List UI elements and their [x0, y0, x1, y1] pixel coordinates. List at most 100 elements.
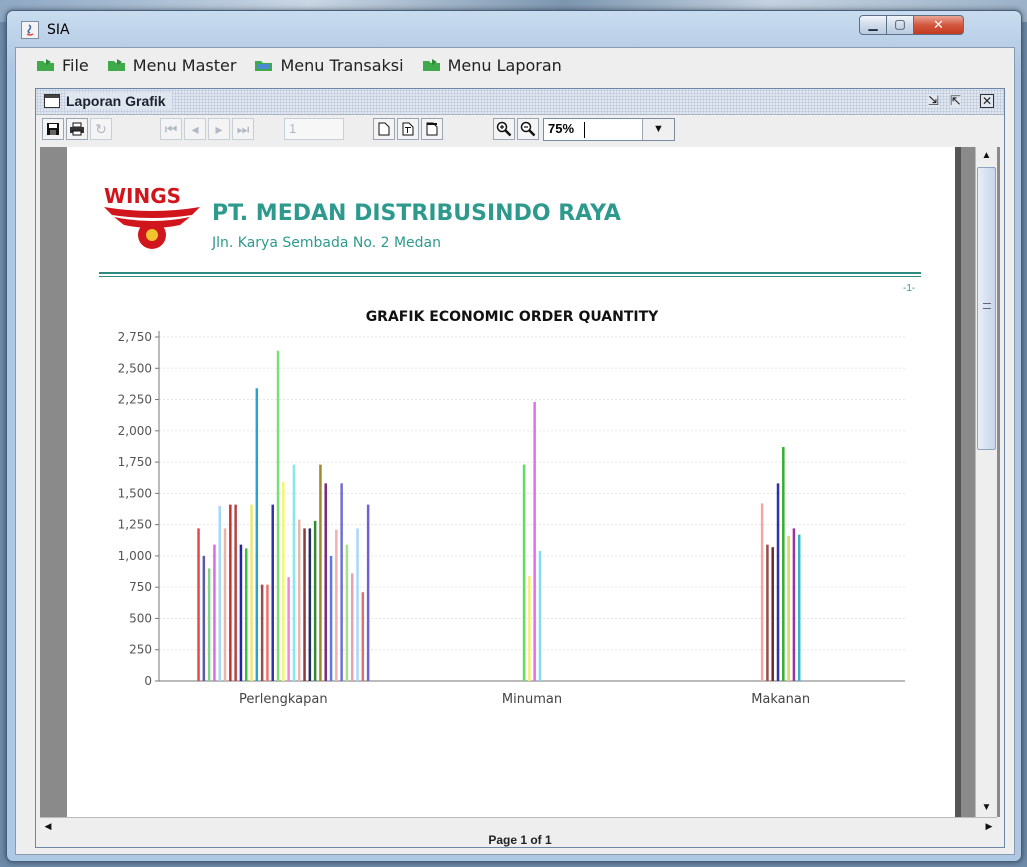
horizontal-scrollbar[interactable]: ◀ ▶ — [40, 817, 997, 833]
vertical-scroll-thumb[interactable] — [977, 167, 996, 450]
chart-bar — [223, 528, 227, 681]
chart-bar — [340, 483, 343, 681]
scroll-right-icon[interactable]: ▶ — [981, 818, 997, 834]
actual-size-icon[interactable] — [373, 118, 395, 140]
frame-title-bar[interactable]: Laporan Grafik ⇲ ⇱ ✕ — [36, 89, 1004, 115]
frame-window-icon — [44, 94, 60, 108]
chart-bar — [366, 504, 370, 681]
folder-icon — [255, 61, 273, 71]
y-tick-label: 1,750 — [118, 455, 152, 469]
x-category-label: Perlengkapan — [239, 692, 328, 707]
chart-bar — [213, 544, 216, 681]
report-toolbar: ↻ ⏮ ◂ ▸ ⏭ 1 75% ▼ — [36, 115, 1004, 145]
minimize-icon: ▁ — [868, 17, 878, 31]
last-page-icon[interactable]: ⏭ — [232, 118, 254, 140]
report-viewport[interactable]: WINGS PT. MEDAN DISTRIBUSINDO RAYA Jln. … — [40, 147, 1000, 817]
chevron-down-icon[interactable]: ▼ — [642, 119, 674, 140]
next-page-icon[interactable]: ▸ — [208, 118, 230, 140]
main-window: SIA ▁ ▢ ✕ File Menu Master Menu Transaks… — [6, 10, 1022, 862]
chart-bar — [533, 402, 536, 681]
zoom-in-icon[interactable] — [493, 118, 515, 140]
y-tick-label: 1,500 — [118, 486, 152, 500]
chart-bar — [282, 482, 285, 681]
chart-bar — [782, 447, 785, 681]
previous-page-icon[interactable]: ◂ — [184, 118, 206, 140]
folder-icon — [107, 59, 125, 71]
y-tick-label: 1,250 — [118, 518, 152, 532]
chart-bar — [345, 544, 349, 681]
chart-bar — [234, 504, 237, 681]
chart-bar — [313, 520, 317, 681]
chart-bar — [250, 504, 253, 681]
scroll-up-icon[interactable]: ▲ — [976, 147, 997, 165]
close-button[interactable]: ✕ — [914, 15, 964, 35]
chart-bar — [361, 592, 365, 681]
text-caret — [584, 122, 585, 138]
scroll-down-icon[interactable]: ▼ — [976, 799, 997, 817]
y-tick-label: 2,000 — [118, 424, 152, 438]
chart-bar — [207, 568, 211, 681]
chart-bar — [528, 575, 531, 681]
chart-bar — [303, 528, 306, 681]
folder-icon — [37, 59, 54, 71]
reload-icon[interactable]: ↻ — [90, 118, 112, 140]
chart-bar — [255, 388, 259, 681]
frame-iconify-icon[interactable]: ⇲ — [928, 94, 939, 108]
menu-master-label: Menu Master — [132, 55, 237, 75]
zoom-combobox[interactable]: 75% ▼ — [543, 118, 675, 141]
header-rule — [99, 272, 921, 274]
menu-laporan[interactable]: Menu Laporan — [422, 56, 562, 75]
zoom-out-icon[interactable] — [517, 118, 539, 140]
print-icon[interactable] — [66, 118, 88, 140]
page-status: Page 1 of 1 — [488, 833, 552, 847]
menu-file-label: File — [62, 55, 89, 75]
y-tick-label: 2,750 — [118, 330, 152, 344]
minimize-button[interactable]: ▁ — [859, 15, 887, 35]
report-page: WINGS PT. MEDAN DISTRIBUSINDO RAYA Jln. … — [67, 147, 955, 817]
title-bar[interactable]: SIA ▁ ▢ ✕ — [7, 11, 1021, 47]
fit-page-icon[interactable] — [397, 118, 419, 140]
menu-transaksi[interactable]: Menu Transaksi — [254, 56, 404, 75]
chart-bar — [229, 504, 232, 681]
menu-file[interactable]: File — [36, 56, 89, 75]
maximize-button[interactable]: ▢ — [887, 15, 914, 35]
fit-width-icon[interactable] — [421, 118, 443, 140]
y-tick-label: 250 — [129, 643, 152, 657]
chart-bar — [797, 534, 801, 681]
y-tick-label: 0 — [144, 674, 152, 688]
chart-bar — [266, 584, 269, 681]
frame-maximize-icon[interactable]: ⇱ — [950, 94, 961, 108]
chart-canvas: 0 250 500 750 1,000 1,250 1,500 1,750 2,000 2,250… — [118, 330, 905, 707]
window-title: SIA — [47, 22, 70, 38]
chart-bar — [776, 483, 780, 681]
page-number-input[interactable]: 1 — [284, 118, 344, 140]
chart-bar — [239, 544, 243, 681]
chart-bar — [218, 505, 221, 681]
x-category-label: Minuman — [502, 692, 562, 707]
chart-bar — [760, 503, 764, 681]
close-icon: ✕ — [933, 17, 944, 32]
chart-bar — [324, 483, 327, 681]
frame-close-icon[interactable]: ✕ — [980, 94, 994, 108]
chart-bar — [297, 519, 301, 681]
vertical-scrollbar[interactable]: ▲ ▼ — [975, 147, 997, 817]
scroll-left-icon[interactable]: ◀ — [40, 818, 56, 834]
menu-master[interactable]: Menu Master — [107, 55, 237, 75]
first-page-icon[interactable]: ⏮ — [160, 118, 182, 140]
y-tick-label: 1,000 — [118, 549, 152, 563]
svg-text:WINGS: WINGS — [104, 185, 181, 208]
chart-bar — [792, 528, 796, 681]
eoq-chart: GRAFIK ECONOMIC ORDER QUANTITY 0 250 500 75… — [97, 297, 927, 725]
chart-bar — [329, 555, 333, 681]
zoom-value: 75% — [548, 121, 575, 136]
chart-bar — [538, 550, 542, 681]
chart-bar — [771, 547, 774, 681]
chart-bar — [787, 535, 790, 681]
java-app-icon — [21, 21, 39, 39]
chart-bar — [335, 529, 338, 681]
maximize-icon: ▢ — [894, 17, 906, 31]
chart-bar — [319, 464, 322, 681]
client-area: File Menu Master Menu Transaksi Menu Lap… — [15, 47, 1015, 855]
folder-icon — [422, 59, 440, 71]
save-icon[interactable] — [42, 118, 64, 140]
